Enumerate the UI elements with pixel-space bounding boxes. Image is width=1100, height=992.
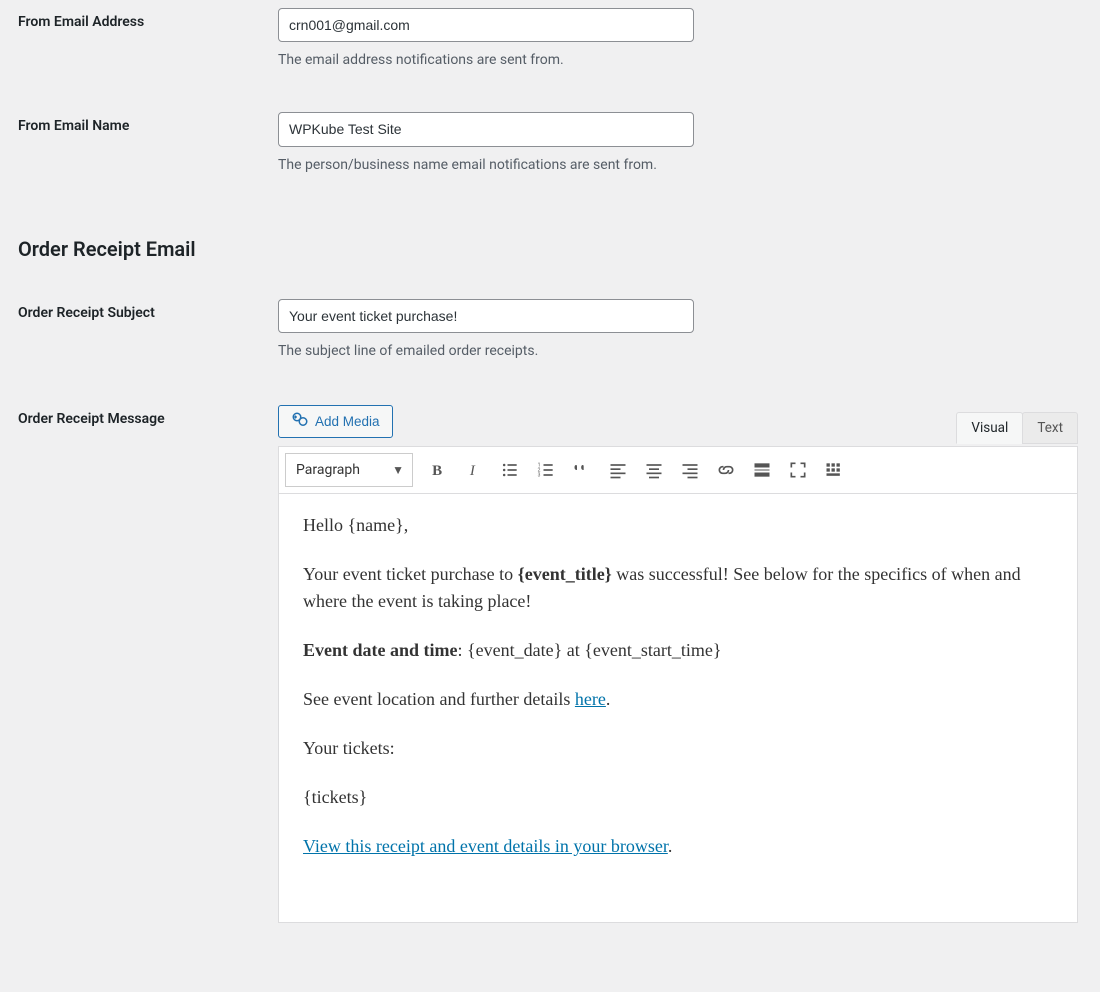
order-receipt-email-heading: Order Receipt Email xyxy=(18,237,1082,261)
add-media-button[interactable]: Add Media xyxy=(278,405,393,438)
toolbar-toggle-button[interactable] xyxy=(817,453,851,487)
from-email-input[interactable] xyxy=(278,8,694,42)
message-line3: See event location and further details h… xyxy=(303,686,1053,713)
italic-button[interactable]: I xyxy=(457,453,491,487)
editor-toolbar: Paragraph ▼ B I 123 xyxy=(279,447,1077,494)
from-name-input[interactable] xyxy=(278,112,694,146)
receipt-subject-label: Order Receipt Subject xyxy=(18,299,278,321)
receipt-subject-help: The subject line of emailed order receip… xyxy=(278,343,1082,359)
from-name-label: From Email Name xyxy=(18,112,278,134)
align-left-button[interactable] xyxy=(601,453,635,487)
format-dropdown[interactable]: Paragraph ▼ xyxy=(285,453,413,487)
svg-text:3: 3 xyxy=(538,473,541,479)
link-button[interactable] xyxy=(709,453,743,487)
view-receipt-link[interactable]: View this receipt and event details in y… xyxy=(303,836,668,856)
format-dropdown-label: Paragraph xyxy=(296,462,360,478)
receipt-message-label: Order Receipt Message xyxy=(18,405,278,427)
from-email-label: From Email Address xyxy=(18,8,278,30)
editor-content[interactable]: Hello {name}, Your event ticket purchase… xyxy=(279,494,1077,922)
message-greeting: Hello {name}, xyxy=(303,512,1053,539)
message-line6: View this receipt and event details in y… xyxy=(303,833,1053,860)
tab-text[interactable]: Text xyxy=(1022,412,1078,444)
add-media-label: Add Media xyxy=(315,414,380,429)
blockquote-button[interactable] xyxy=(565,453,599,487)
media-icon xyxy=(291,411,309,432)
bullet-list-button[interactable] xyxy=(493,453,527,487)
align-center-button[interactable] xyxy=(637,453,671,487)
receipt-subject-input[interactable] xyxy=(278,299,694,333)
chevron-down-icon: ▼ xyxy=(392,463,404,477)
message-line2: Event date and time: {event_date} at {ev… xyxy=(303,637,1053,664)
bold-button[interactable]: B xyxy=(421,453,455,487)
wysiwyg-editor: Paragraph ▼ B I 123 xyxy=(278,446,1078,923)
tab-visual[interactable]: Visual xyxy=(956,412,1023,444)
fullscreen-button[interactable] xyxy=(781,453,815,487)
svg-text:I: I xyxy=(469,463,476,479)
read-more-button[interactable] xyxy=(745,453,779,487)
message-line4: Your tickets: xyxy=(303,735,1053,762)
numbered-list-button[interactable]: 123 xyxy=(529,453,563,487)
from-name-help: The person/business name email notificat… xyxy=(278,157,1082,173)
from-email-help: The email address notifications are sent… xyxy=(278,52,1082,68)
message-line1: Your event ticket purchase to {event_tit… xyxy=(303,561,1053,615)
here-link[interactable]: here xyxy=(575,689,606,709)
message-line5: {tickets} xyxy=(303,784,1053,811)
svg-text:B: B xyxy=(432,463,442,479)
align-right-button[interactable] xyxy=(673,453,707,487)
